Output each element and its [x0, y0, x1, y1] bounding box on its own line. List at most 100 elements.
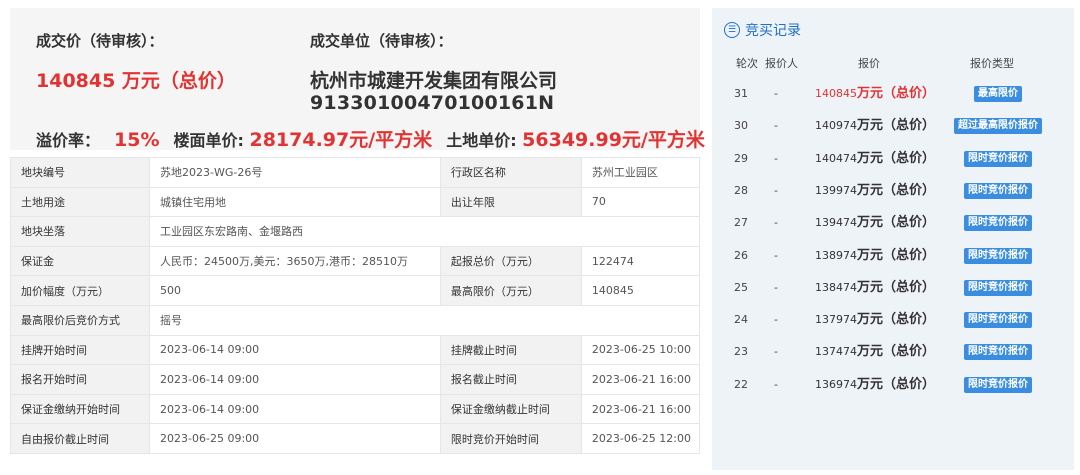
bid-round: 29	[734, 151, 748, 165]
field-value: 苏州工业园区	[580, 157, 701, 188]
field-label: 起报总价（万元）	[439, 245, 582, 277]
field-value: 2023-06-25 09:00	[149, 423, 441, 454]
field-value: 城镇住宅用地	[149, 186, 441, 218]
bid-bidder: -	[774, 313, 778, 327]
field-label: 保证金	[9, 245, 151, 277]
bid-row: 22 - 136974万元（总价） 限时竞价报价	[712, 369, 1074, 401]
table-row: 保证金 人民币：24500万,美元：3650万,港币：28510万 起报总价（万…	[9, 245, 701, 277]
bid-price-unit: 万元（总价）	[857, 150, 936, 166]
field-value: 2023-06-25 10:00	[580, 334, 701, 366]
field-label: 地块坐落	[9, 216, 151, 247]
bid-round: 31	[734, 87, 748, 100]
bid-type-badge: 限时竞价报价	[964, 215, 1032, 232]
bid-type-badge: 限时竞价报价	[964, 312, 1032, 329]
field-label: 挂牌截止时间	[439, 334, 582, 366]
col-header-type: 报价类型	[970, 57, 1014, 70]
bid-price-unit: 万元（总价）	[857, 376, 936, 392]
floor-price-label: 楼面单价:	[173, 131, 244, 150]
bid-price: 139974万元（总价）	[815, 175, 935, 207]
field-label: 报名开始时间	[9, 364, 151, 395]
bid-type-badge: 最高限价	[974, 86, 1022, 102]
bid-price: 136974万元（总价）	[815, 369, 935, 401]
field-label: 土地用途	[9, 186, 151, 218]
bid-price-unit: 万元（总价）	[857, 86, 936, 101]
col-header-bidder: 报价人	[765, 57, 798, 70]
field-value: 人民币：24500万,美元：3650万,港币：28510万	[149, 245, 441, 277]
field-label: 地块编号	[9, 157, 151, 188]
table-row: 最高限价后竞价方式 摇号	[9, 304, 700, 336]
field-label: 保证金缴纳开始时间	[9, 393, 151, 425]
bid-round: 25	[734, 280, 748, 294]
bid-type-badge: 限时竞价报价	[964, 182, 1032, 199]
bid-bidder: -	[774, 248, 778, 262]
bid-type-badge: 限时竞价报价	[964, 247, 1032, 264]
bid-price-number: 137474	[815, 345, 857, 359]
bid-round: 24	[734, 313, 748, 327]
table-row: 自由报价截止时间 2023-06-25 09:00 限时竞价开始时间 2023-…	[9, 423, 701, 454]
bid-round: 23	[734, 345, 748, 359]
deal-price-label: 成交价（待审核）：	[36, 32, 164, 50]
bid-type-badge: 限时竞价报价	[964, 344, 1032, 361]
bid-row: 28 - 139974万元（总价） 限时竞价报价	[712, 175, 1074, 207]
field-label: 报名截止时间	[439, 364, 582, 395]
bid-records-title: 竞买记录	[745, 23, 801, 39]
bid-round: 27	[734, 216, 748, 230]
bid-row: 31 - 140845万元（总价） 最高限价	[712, 78, 1074, 110]
field-label: 保证金缴纳截止时间	[439, 393, 582, 425]
bid-round: 22	[734, 377, 748, 391]
field-value: 工业园区东宏路南、金堰路西	[149, 216, 700, 247]
bid-bidder: -	[774, 151, 778, 165]
bid-price-number: 139474	[815, 216, 857, 230]
field-value: 122474	[580, 245, 701, 277]
land-deal-panel: 成交价（待审核）： 140845 万元（总价） 成交单位（待审核）： 杭州市城建…	[0, 0, 705, 475]
land-price-label: 土地单价:	[446, 131, 517, 150]
bid-price: 137474万元（总价）	[815, 336, 935, 368]
bid-row: 24 - 137974万元（总价） 限时竞价报价	[712, 304, 1074, 336]
bid-price-unit: 万元（总价）	[857, 279, 936, 295]
premium-label: 溢价率：	[36, 131, 101, 150]
bid-type-badge: 限时竞价报价	[964, 279, 1032, 296]
bid-price-unit: 万元（总价）	[857, 182, 936, 198]
field-value: 2023-06-25 12:00	[580, 423, 701, 454]
deal-price-value: 140845 万元（总价）	[36, 70, 236, 92]
bid-bidder: -	[774, 345, 778, 359]
bid-row: 30 - 140974万元（总价） 超过最高限价报价	[712, 110, 1074, 142]
bid-price: 140474万元（总价）	[815, 143, 935, 175]
bid-type-badge: 限时竞价报价	[964, 376, 1032, 393]
bid-bidder: -	[774, 119, 778, 133]
bid-round: 26	[734, 248, 748, 262]
field-label: 限时竞价开始时间	[439, 423, 582, 454]
bid-price-number: 140474	[815, 151, 857, 165]
field-value: 70	[580, 186, 701, 218]
bid-price-number: 138974	[815, 248, 857, 262]
bid-type-badge: 超过最高限价报价	[954, 118, 1042, 135]
price-metrics: 溢价率： 15% 楼面单价: 28174.97元/平方米 土地单价: 56349.99…	[36, 125, 705, 152]
field-value: 摇号	[149, 304, 700, 336]
bid-bidder: -	[774, 183, 778, 197]
col-header-round: 轮次	[736, 57, 758, 70]
bid-price-unit: 万元（总价）	[857, 118, 936, 134]
auction-record-icon: ☰	[724, 22, 740, 38]
bid-round: 30	[734, 119, 748, 133]
table-row: 保证金缴纳开始时间 2023-06-14 09:00 保证金缴纳截止时间 202…	[9, 393, 701, 425]
bid-price: 138474万元（总价）	[815, 272, 935, 304]
bid-price-number: 139974	[815, 183, 857, 197]
table-row: 报名开始时间 2023-06-14 09:00 报名截止时间 2023-06-2…	[9, 364, 701, 395]
bid-bidder: -	[774, 87, 778, 100]
floor-price-value: 28174.97元/平方米	[249, 129, 433, 151]
field-label: 出让年限	[439, 186, 582, 218]
bid-round: 28	[734, 183, 748, 197]
bid-price-unit: 万元（总价）	[857, 344, 936, 360]
bid-price-number: 136974	[815, 377, 857, 391]
bid-price-number: 138474	[815, 280, 857, 294]
bid-bidder: -	[774, 377, 778, 391]
bid-bidder: -	[774, 216, 778, 230]
bid-price-number: 140845	[815, 87, 857, 100]
land-price-value: 56349.99元/平方米	[522, 129, 705, 151]
field-label: 最高限价（万元）	[439, 275, 582, 306]
bid-price-number: 140974	[815, 119, 857, 133]
bid-price-unit: 万元（总价）	[857, 247, 936, 263]
deal-unit-name: 杭州市城建开发集团有限公司	[310, 70, 558, 92]
col-header-price: 报价	[858, 57, 880, 70]
field-value: 2023-06-14 09:00	[149, 393, 441, 425]
